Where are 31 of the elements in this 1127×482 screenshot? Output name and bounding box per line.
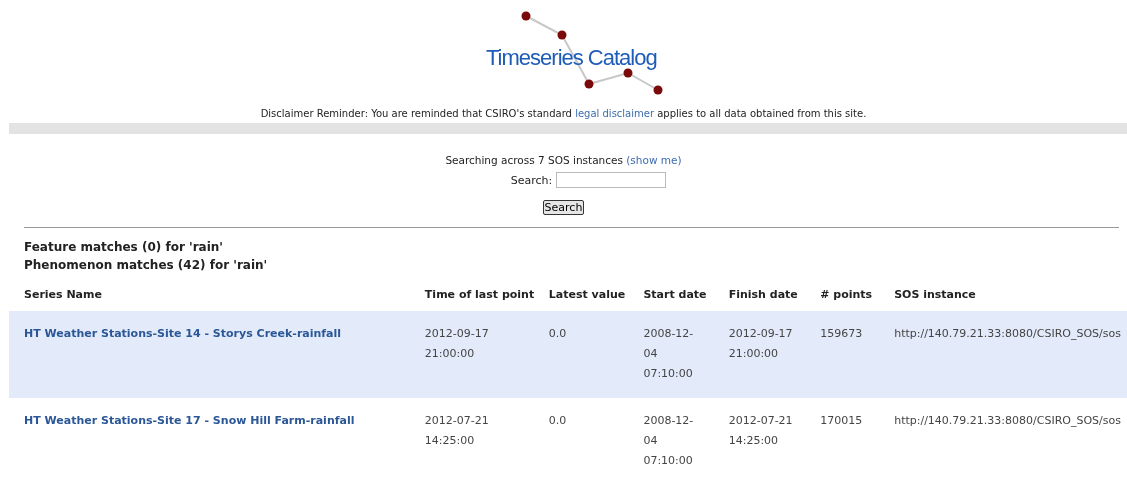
column-header: Finish date [728,288,798,301]
feature-heading: Feature matches (0) for 'rain' [24,240,224,254]
table-cell-text: 2008-12-04 07:10:00 [643,413,695,469]
column-header: Start date [643,288,707,301]
table-cell: 170015 [820,414,863,427]
series-link[interactable]: HT Weather Stations-Site 14 - Storys Creek-rainfall [24,327,342,340]
table-cell-text: 2012-09-17 21:00:00 [728,326,794,362]
column-header: # points [820,288,873,301]
table-cell-text: 2012-09-17 21:00:00 [424,326,490,362]
table-cell: 159673 [820,327,863,340]
logo-title[interactable]: Timeseries Catalog [486,45,657,71]
series-link[interactable]: HT Weather Stations-Site 17 - Snow Hill Farm-rainfall [24,414,355,427]
disclaimer-text: Disclaimer Reminder: You are reminded that CSIRO's standard legal disclaimer applies to all data obtained from this site. [259,108,868,119]
table-cell: 0.0 [548,327,567,340]
column-header: SOS instance [894,288,976,301]
table-cell: 0.0 [548,414,567,427]
table-cell: http://140.79.21.33:8080/CSIRO_SOS/sos [894,414,1121,427]
table-cell-text: 2008-12-04 07:10:00 [643,326,695,382]
show-me-link[interactable]: (show me) [626,154,682,166]
column-header: Latest value [548,288,626,301]
phenomenon-heading: Phenomenon matches (42) for 'rain' [24,258,269,272]
table-cell: http://140.79.21.33:8080/CSIRO_SOS/sos [894,327,1121,340]
search-label: Search: [510,173,553,187]
search-summary: Searching across 7 SOS instances (show me) [444,154,683,166]
column-header: Series Name [24,288,102,301]
column-header: Time of last point [424,288,535,301]
table-cell-text: 2012-07-21 14:25:00 [424,413,490,449]
search-button[interactable]: Search [542,200,585,215]
table-cell-text: 2012-07-21 14:25:00 [728,413,794,449]
legal-disclaimer-link[interactable]: legal disclaimer [575,108,655,119]
search-field[interactable] [556,172,667,188]
